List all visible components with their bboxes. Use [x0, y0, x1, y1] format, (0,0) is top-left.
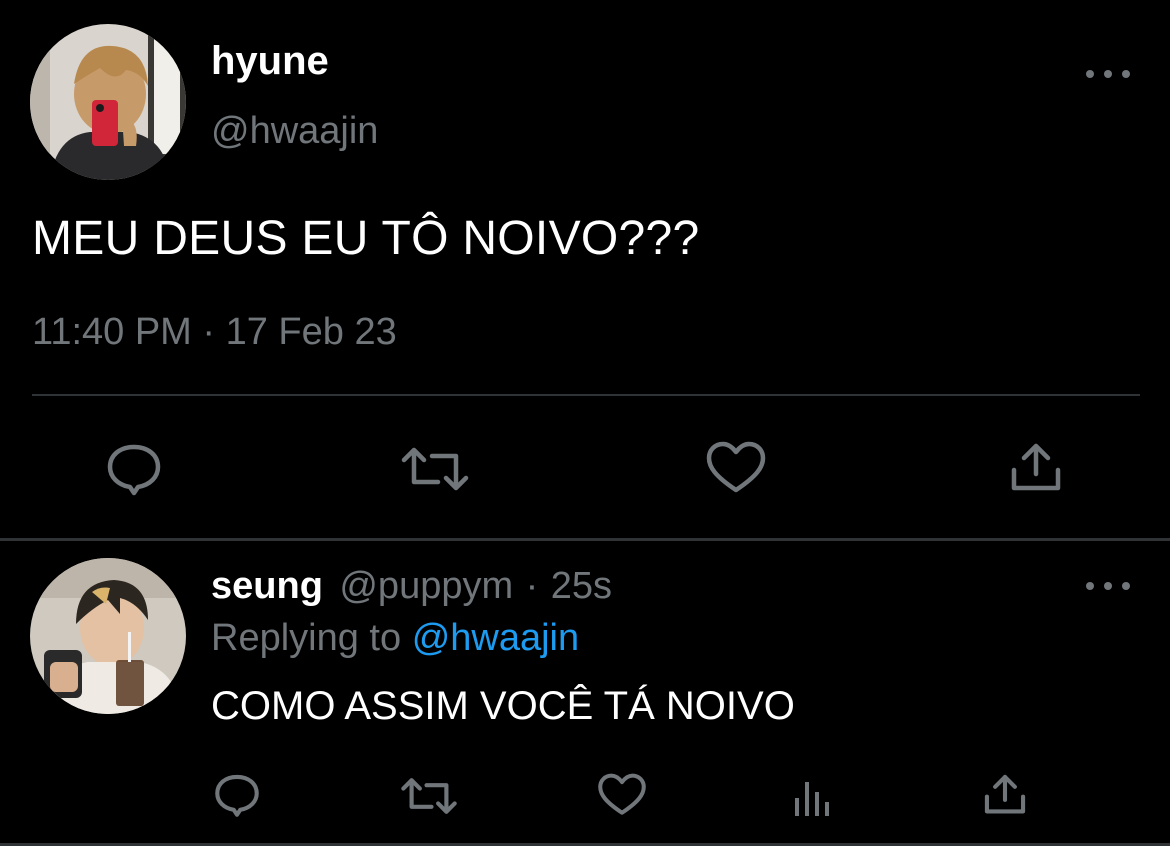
main-share-icon[interactable] [1008, 440, 1064, 496]
reply-like-icon[interactable] [597, 772, 647, 818]
reply-meta-separator: · [525, 565, 539, 607]
replying-to-prefix: Replying to [211, 617, 402, 659]
reply-tweet-text: COMO ASSIM VOCÊ TÁ NOIVO [211, 684, 795, 728]
reply-share-icon[interactable] [982, 772, 1028, 818]
main-tweet-timestamp[interactable]: 11:40 PM · 17 Feb 23 [32, 308, 397, 356]
main-reply-icon[interactable] [104, 441, 164, 497]
reply-author-handle[interactable]: @puppym [339, 565, 513, 607]
reply-more-options-icon[interactable] [1086, 576, 1130, 596]
replying-to-line: Replying to @hwaajin [211, 614, 579, 662]
main-tweet-text: MEU DEUS EU TÔ NOIVO??? [32, 212, 700, 265]
reply-retweet-icon[interactable] [400, 775, 458, 817]
reply-header: seung @puppym · 25s [211, 562, 612, 618]
main-tweet-divider [32, 394, 1140, 396]
reply-analytics-icon[interactable] [792, 776, 834, 818]
thread-divider [0, 538, 1170, 541]
reply-author-avatar[interactable] [30, 558, 186, 714]
reply-time-ago[interactable]: 25s [551, 565, 612, 607]
replying-to-mention-link[interactable]: @hwaajin [412, 617, 579, 659]
main-author-avatar[interactable] [30, 24, 186, 180]
main-retweet-icon[interactable] [400, 444, 470, 494]
reply-author-name[interactable]: seung [211, 565, 323, 607]
main-author-name[interactable]: hyune [211, 38, 329, 84]
reply-reply-icon[interactable] [212, 772, 262, 818]
main-more-options-icon[interactable] [1086, 64, 1130, 84]
main-author-handle[interactable]: @hwaajin [211, 108, 378, 154]
main-like-icon[interactable] [705, 440, 767, 496]
